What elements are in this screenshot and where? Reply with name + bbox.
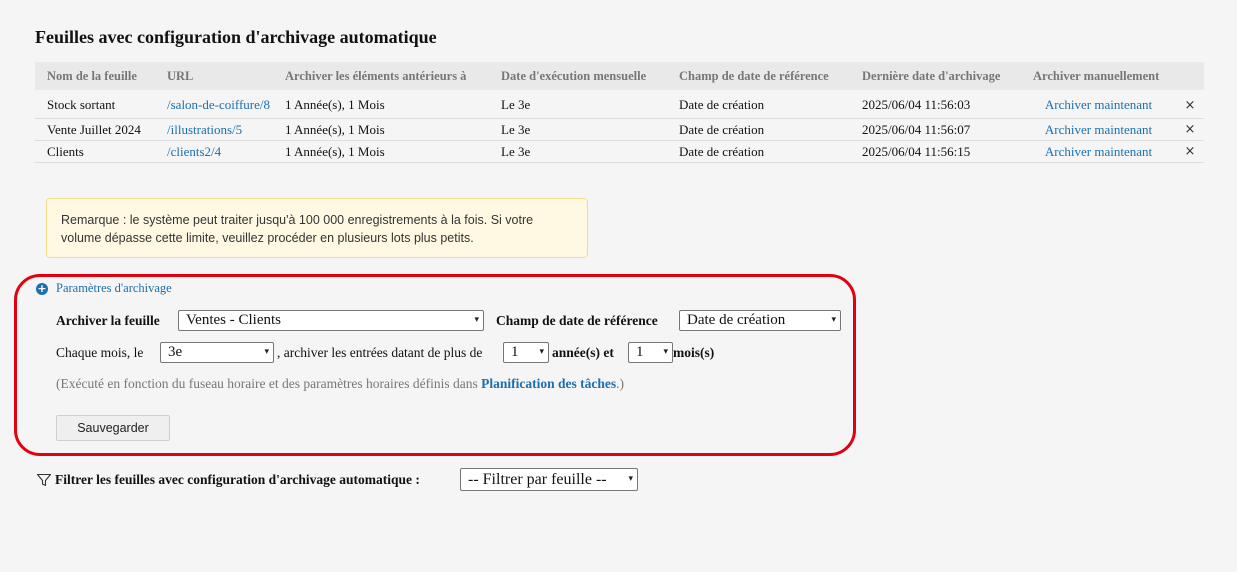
filter-sheet-selected: -- Filtrer par feuille -- [468, 471, 607, 488]
filter-row: Filtrer les feuilles avec configuration … [36, 472, 420, 488]
months-selected: 1 [636, 344, 644, 360]
run-day-selected: 3e [168, 344, 183, 360]
reference-field-value: Date de création [667, 118, 850, 141]
sheet-url-link[interactable]: /illustrations/5 [155, 118, 273, 141]
header-archive-before: Archiver les éléments antérieurs à [273, 62, 489, 90]
reference-field-value: Date de création [667, 90, 850, 119]
header-last-archive: Dernière date d'archivage [850, 62, 1021, 90]
archive-now-link[interactable]: Archiver maintenant [1021, 118, 1176, 141]
archive-before-value: 1 Année(s), 1 Mois [273, 140, 489, 163]
last-archive-value: 2025/06/04 11:56:15 [850, 140, 1021, 163]
save-button[interactable]: Sauvegarder [56, 415, 170, 441]
reference-field-selected: Date de création [687, 312, 786, 328]
archive-before-value: 1 Année(s), 1 Mois [273, 90, 489, 119]
archive-sheet-selected: Ventes - Clients [186, 312, 281, 328]
monthly-run-value: Le 3e [489, 90, 667, 119]
years-label: année(s) et [552, 345, 614, 360]
last-archive-value: 2025/06/04 11:56:07 [850, 118, 1021, 141]
settings-toggle-label: Paramètres d'archivage [56, 281, 172, 295]
months-select[interactable]: 1 ▾ [628, 342, 673, 363]
plus-circle-icon: + [36, 281, 48, 295]
chevron-down-icon: ▾ [264, 347, 269, 357]
table-row: Vente Juillet 2024 /illustrations/5 1 An… [35, 118, 1204, 141]
archive-now-link[interactable]: Archiver maintenant [1021, 90, 1176, 119]
delete-icon[interactable]: × [1176, 90, 1204, 119]
filter-label: Filtrer les feuilles avec configuration … [55, 472, 420, 487]
task-scheduling-link[interactable]: Planification des tâches [481, 376, 616, 391]
archive-before-value: 1 Année(s), 1 Mois [273, 118, 489, 141]
header-sheet-name: Nom de la feuille [35, 62, 155, 90]
limit-notice: Remarque : le système peut traiter jusqu… [46, 198, 588, 258]
table-row: Clients /clients2/4 1 Année(s), 1 Mois L… [35, 140, 1204, 163]
chevron-down-icon: ▾ [831, 315, 836, 325]
years-select[interactable]: 1 ▾ [503, 342, 549, 363]
table-header-row: Nom de la feuille URL Archiver les éléme… [35, 62, 1204, 90]
archive-config-table: Nom de la feuille URL Archiver les éléme… [35, 62, 1204, 163]
run-day-select[interactable]: 3e ▾ [160, 342, 274, 363]
page-title: Feuilles avec configuration d'archivage … [35, 27, 437, 47]
hint-suffix: .) [616, 376, 624, 391]
archive-entries-label: , archiver les entrées datant de plus de [277, 345, 483, 360]
filter-sheet-select[interactable]: -- Filtrer par feuille -- ▾ [460, 468, 638, 491]
archive-sheet-label: Archiver la feuille [56, 313, 160, 328]
last-archive-value: 2025/06/04 11:56:03 [850, 90, 1021, 119]
delete-icon[interactable]: × [1176, 118, 1204, 141]
reference-field-label: Champ de date de référence [496, 313, 658, 328]
header-monthly-run: Date d'exécution mensuelle [489, 62, 667, 90]
years-selected: 1 [511, 344, 519, 360]
reference-field-select[interactable]: Date de création ▾ [679, 310, 841, 331]
sheet-name: Stock sortant [35, 90, 155, 119]
settings-toggle[interactable]: + Paramètres d'archivage [36, 281, 172, 296]
monthly-run-value: Le 3e [489, 118, 667, 141]
monthly-run-value: Le 3e [489, 140, 667, 163]
chevron-down-icon: ▾ [539, 347, 544, 357]
months-label: mois(s) [673, 345, 715, 360]
sheet-url-link[interactable]: /salon-de-coiffure/8 [155, 90, 273, 119]
header-url: URL [155, 62, 273, 90]
sheet-url-link[interactable]: /clients2/4 [155, 140, 273, 163]
chevron-down-icon: ▾ [663, 347, 668, 357]
archive-now-link[interactable]: Archiver maintenant [1021, 140, 1176, 163]
header-manual-archive: Archiver manuellement [1021, 62, 1176, 90]
archive-sheet-select[interactable]: Ventes - Clients ▾ [178, 310, 484, 331]
reference-field-value: Date de création [667, 140, 850, 163]
chevron-down-icon: ▾ [628, 474, 633, 484]
timezone-hint: (Exécuté en fonction du fuseau horaire e… [56, 376, 624, 392]
header-reference-field: Champ de date de référence [667, 62, 850, 90]
sheet-name: Vente Juillet 2024 [35, 118, 155, 141]
filter-funnel-icon [36, 473, 52, 487]
chevron-down-icon: ▾ [474, 315, 479, 325]
sheet-name: Clients [35, 140, 155, 163]
table-row: Stock sortant /salon-de-coiffure/8 1 Ann… [35, 90, 1204, 119]
delete-icon[interactable]: × [1176, 140, 1204, 163]
header-delete [1176, 62, 1204, 90]
each-month-label: Chaque mois, le [56, 345, 144, 360]
hint-prefix: (Exécuté en fonction du fuseau horaire e… [56, 376, 478, 391]
